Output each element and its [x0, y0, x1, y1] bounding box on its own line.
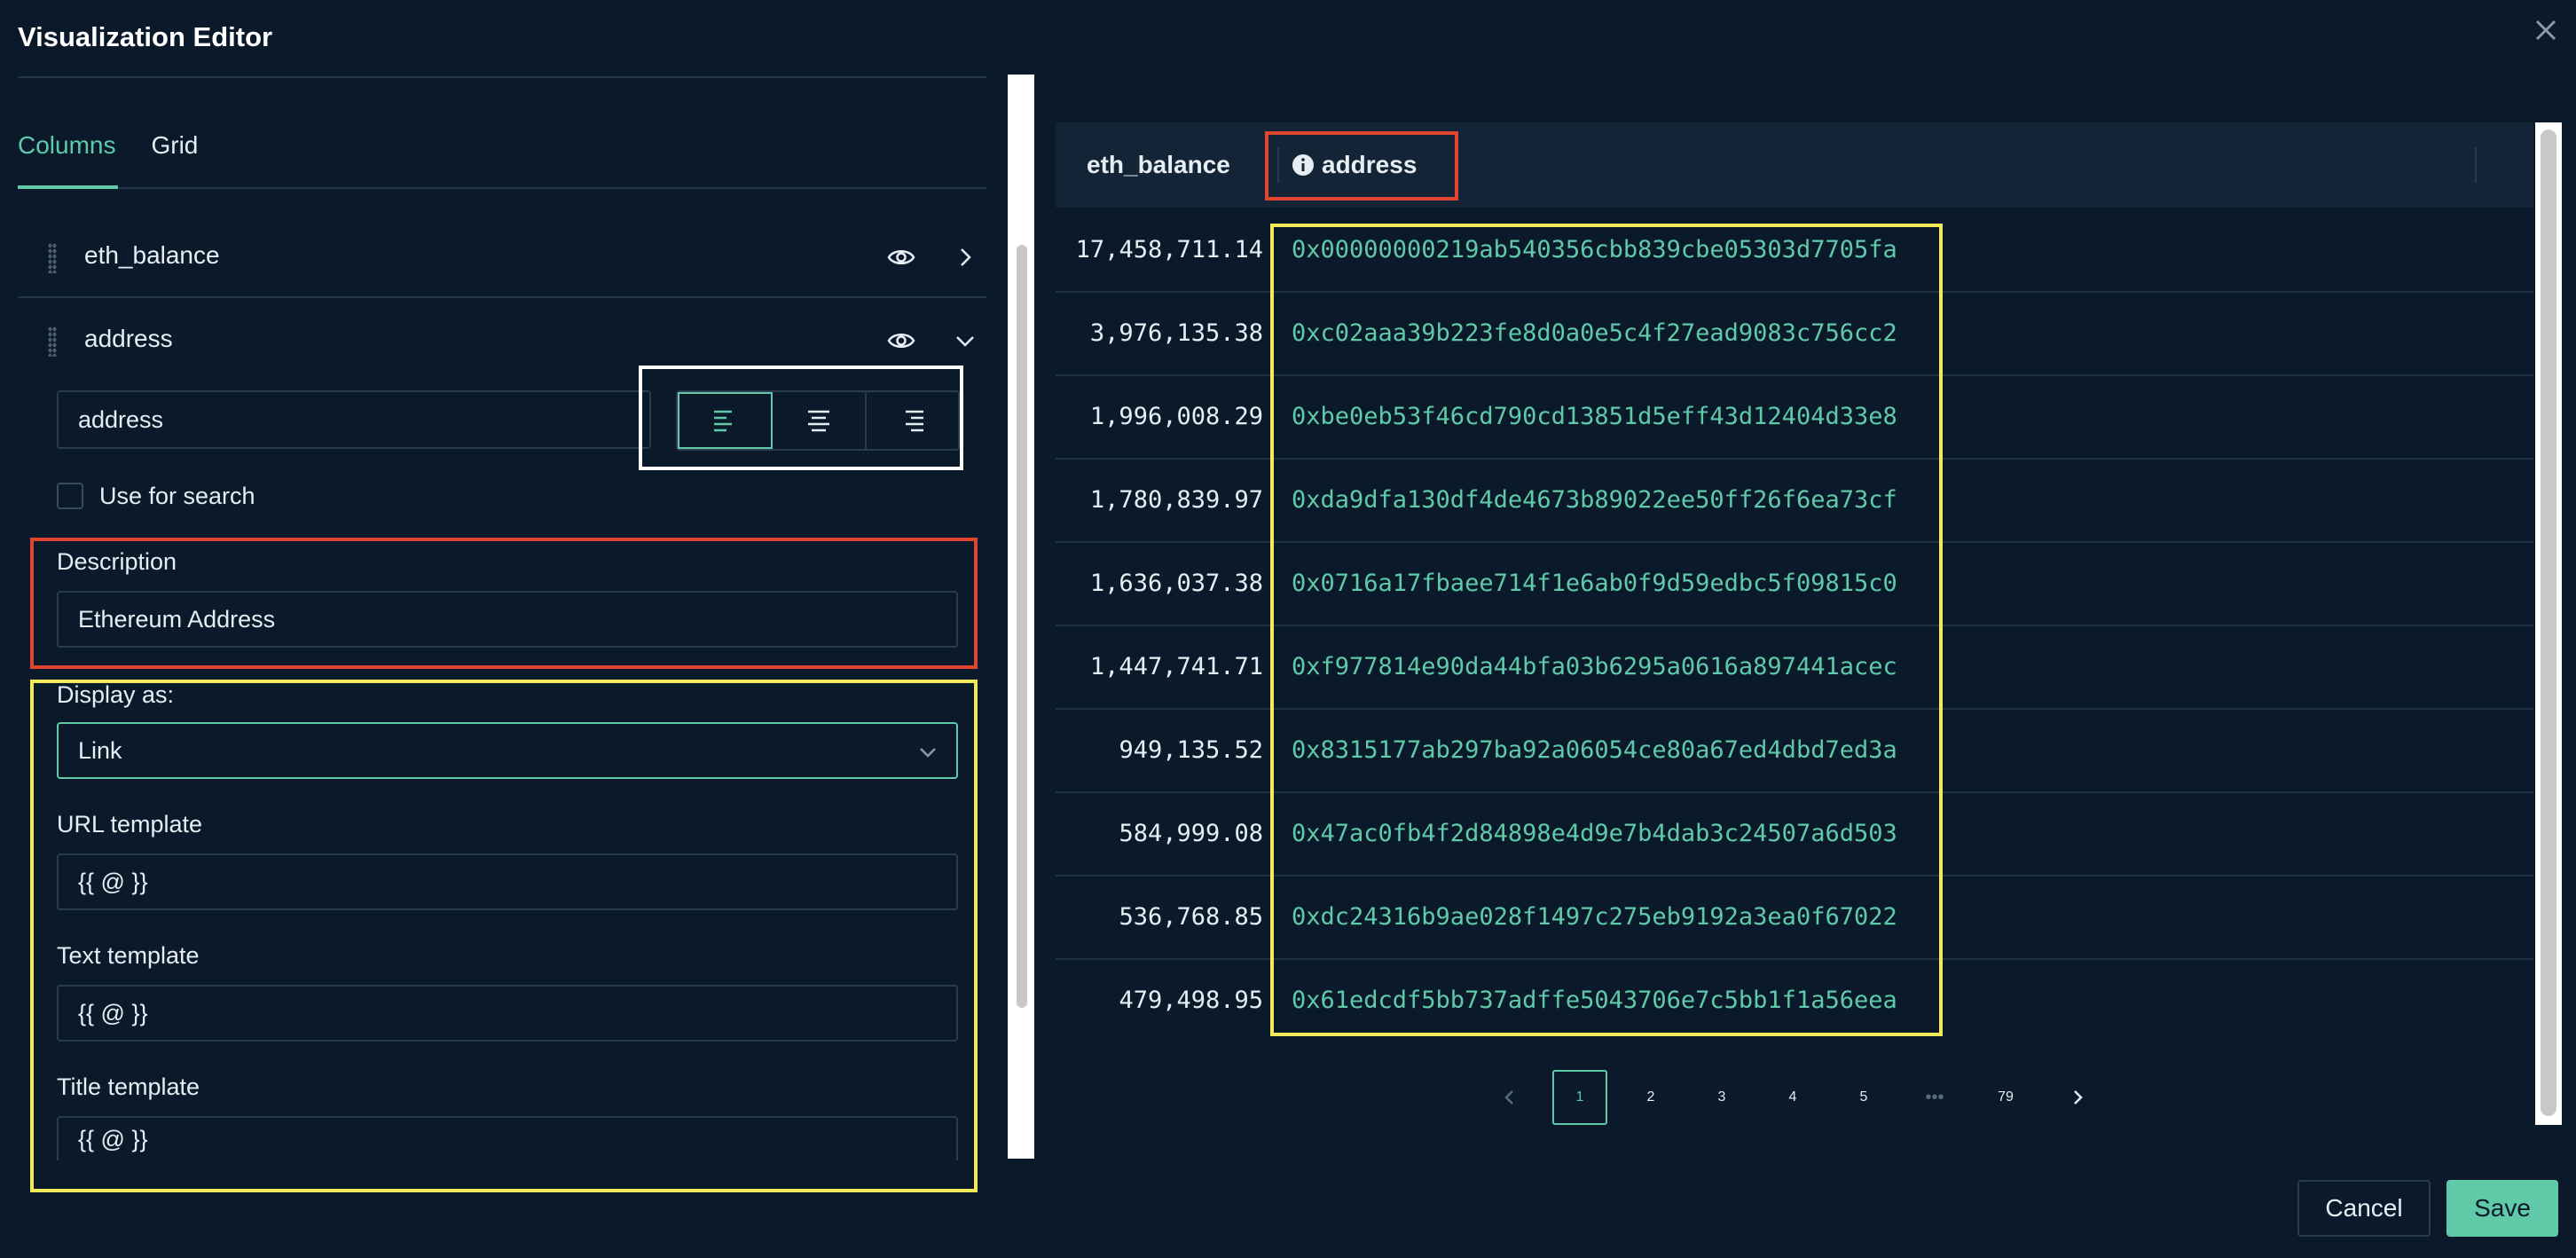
editor-tabs: Columns Grid: [18, 131, 198, 170]
eth-balance-cell: 1,780,839.97: [1089, 486, 1263, 514]
eth-balance-cell: 584,999.08: [1119, 820, 1263, 847]
use-for-search-label: Use for search: [99, 483, 255, 509]
header-divider: [2475, 147, 2477, 183]
eth-balance-cell: 1,996,008.29: [1089, 403, 1263, 430]
divider: [18, 76, 986, 78]
chevron-right-icon[interactable]: [949, 241, 981, 273]
page-button[interactable]: 5: [1836, 1070, 1891, 1125]
left-panel-scroll-thumb[interactable]: [1017, 245, 1027, 1008]
page-button[interactable]: 2: [1623, 1070, 1678, 1125]
chevron-down-icon: [920, 748, 936, 758]
cancel-button[interactable]: Cancel: [2297, 1180, 2431, 1237]
tab-columns[interactable]: Columns: [18, 131, 115, 170]
prev-page-button[interactable]: [1483, 1070, 1536, 1125]
description-input[interactable]: Ethereum Address: [57, 591, 958, 648]
column-title-input[interactable]: address: [57, 390, 651, 449]
page-button[interactable]: 3: [1694, 1070, 1749, 1125]
title-template-input[interactable]: {{ @ }}: [57, 1116, 958, 1160]
eth-balance-cell: 3,976,135.38: [1089, 319, 1263, 347]
eye-icon[interactable]: [885, 241, 917, 273]
tabs-underline: [18, 187, 986, 189]
eth-balance-cell: 17,458,711.14: [1075, 236, 1263, 263]
header-eth-balance[interactable]: eth_balance: [1087, 151, 1230, 179]
eth-balance-cell: 949,135.52: [1119, 736, 1263, 764]
table-scroll-thumb[interactable]: [2541, 130, 2556, 1116]
highlight-box-alignment: [639, 366, 963, 470]
window-title: Visualization Editor: [18, 21, 273, 52]
highlight-box-address-header: [1265, 131, 1458, 200]
column-row-eth-balance[interactable]: eth_balance: [18, 215, 986, 298]
display-as-label: Display as:: [57, 681, 175, 708]
chevron-right-icon: [2074, 1090, 2083, 1105]
page-button[interactable]: 79: [1978, 1070, 2033, 1125]
eth-balance-cell: 1,447,741.71: [1089, 653, 1263, 680]
tab-grid[interactable]: Grid: [151, 131, 198, 170]
eye-icon[interactable]: [885, 325, 917, 357]
close-icon[interactable]: [2528, 12, 2564, 48]
next-page-button[interactable]: [2051, 1070, 2104, 1125]
drag-handle-icon[interactable]: [48, 326, 57, 357]
display-as-value: Link: [78, 736, 122, 764]
tab-active-indicator: [18, 185, 118, 189]
eth-balance-cell: 479,498.95: [1119, 987, 1263, 1014]
title-template-label: Title template: [57, 1073, 200, 1100]
use-for-search-checkbox[interactable]: [57, 483, 83, 509]
text-template-input[interactable]: {{ @ }}: [57, 985, 958, 1042]
page-ellipsis[interactable]: •••: [1907, 1070, 1962, 1125]
chevron-left-icon: [1504, 1090, 1513, 1105]
eth-balance-cell: 536,768.85: [1119, 903, 1263, 931]
url-template-label: URL template: [57, 811, 203, 837]
save-button[interactable]: Save: [2446, 1180, 2558, 1237]
chevron-down-icon[interactable]: [949, 325, 981, 357]
page-button[interactable]: 1: [1552, 1070, 1607, 1125]
highlight-box-address-column: [1270, 224, 1943, 1036]
display-as-select[interactable]: Link: [57, 722, 958, 779]
column-name: address: [84, 325, 173, 352]
drag-handle-icon[interactable]: [48, 243, 57, 273]
text-template-label: Text template: [57, 942, 200, 969]
url-template-input[interactable]: {{ @ }}: [57, 853, 958, 910]
description-label: Description: [57, 548, 177, 575]
page-button[interactable]: 4: [1765, 1070, 1820, 1125]
column-name: eth_balance: [84, 241, 220, 269]
eth-balance-cell: 1,636,037.38: [1089, 570, 1263, 597]
